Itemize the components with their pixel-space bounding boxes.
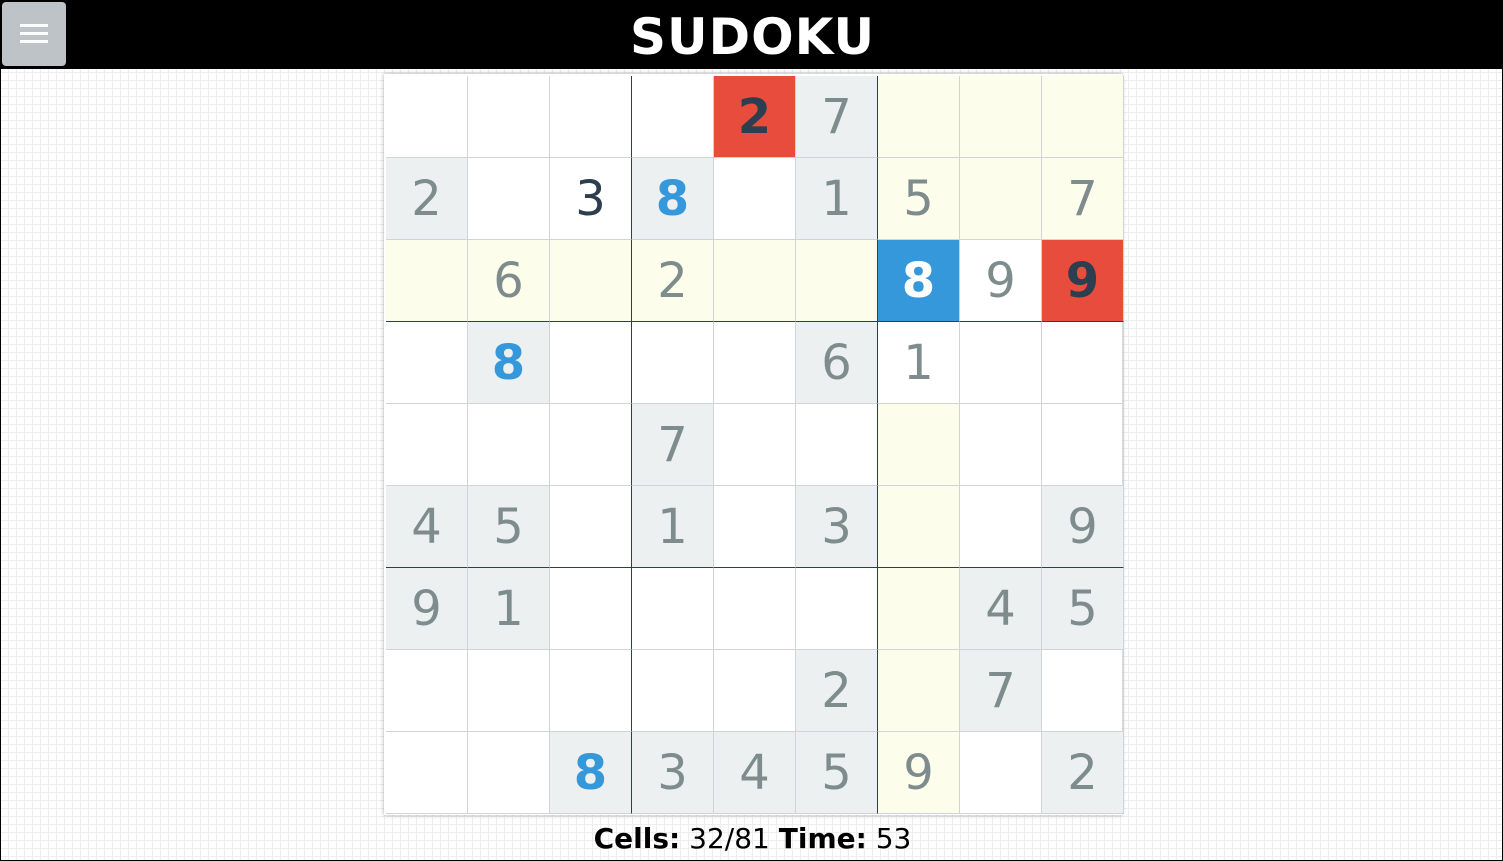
sudoku-cell-r2c9[interactable]: 7: [1042, 158, 1124, 240]
sudoku-cell-r3c8[interactable]: 9: [960, 240, 1042, 322]
sudoku-cell-r4c5[interactable]: [714, 322, 796, 404]
sudoku-cell-r2c8[interactable]: [960, 158, 1042, 240]
sudoku-cell-r1c1[interactable]: [386, 76, 468, 158]
sudoku-cell-r5c5[interactable]: [714, 404, 796, 486]
sudoku-cell-r7c5[interactable]: [714, 568, 796, 650]
sudoku-cell-r1c3[interactable]: [550, 76, 632, 158]
sudoku-cell-r7c9[interactable]: 5: [1042, 568, 1124, 650]
sudoku-cell-r2c6[interactable]: 1: [796, 158, 878, 240]
sudoku-cell-r7c4[interactable]: [632, 568, 714, 650]
sudoku-cell-r8c4[interactable]: [632, 650, 714, 732]
sudoku-cell-r4c7[interactable]: 1: [878, 322, 960, 404]
sudoku-cell-r3c4[interactable]: 2: [632, 240, 714, 322]
sudoku-cell-r8c9[interactable]: [1042, 650, 1124, 732]
sudoku-cell-r5c9[interactable]: [1042, 404, 1124, 486]
sudoku-cell-r3c5[interactable]: [714, 240, 796, 322]
sudoku-cell-r5c7[interactable]: [878, 404, 960, 486]
sudoku-cell-r8c1[interactable]: [386, 650, 468, 732]
sudoku-cell-r1c6[interactable]: 7: [796, 76, 878, 158]
sudoku-cell-r6c7[interactable]: [878, 486, 960, 568]
sudoku-cell-r7c6[interactable]: [796, 568, 878, 650]
sudoku-cell-r4c8[interactable]: [960, 322, 1042, 404]
sudoku-cell-r1c7[interactable]: [878, 76, 960, 158]
sudoku-cell-r6c5[interactable]: [714, 486, 796, 568]
sudoku-cell-r5c2[interactable]: [468, 404, 550, 486]
sudoku-cell-r2c2[interactable]: [468, 158, 550, 240]
sudoku-cell-r6c1[interactable]: 4: [386, 486, 468, 568]
sudoku-cell-r3c1[interactable]: [386, 240, 468, 322]
page-title: SUDOKU: [629, 8, 876, 66]
sudoku-cell-r4c2[interactable]: 8: [468, 322, 550, 404]
sudoku-cell-r5c3[interactable]: [550, 404, 632, 486]
cells-label: Cells:: [593, 822, 681, 855]
sudoku-cell-r8c7[interactable]: [878, 650, 960, 732]
sudoku-cell-r2c5[interactable]: [714, 158, 796, 240]
sudoku-board: 2723815762899861745139914527834592: [384, 74, 1124, 815]
sudoku-cell-r8c6[interactable]: 2: [796, 650, 878, 732]
time-value: 53: [875, 822, 912, 855]
sudoku-cell-r6c6[interactable]: 3: [796, 486, 878, 568]
sudoku-cell-r1c4[interactable]: [632, 76, 714, 158]
sudoku-cell-r9c6[interactable]: 5: [796, 732, 878, 814]
status-bar: Cells: 32/81 Time: 53: [1, 821, 1503, 857]
sudoku-cell-r3c9[interactable]: 9: [1042, 240, 1124, 322]
sudoku-cell-r8c8[interactable]: 7: [960, 650, 1042, 732]
sudoku-cell-r6c4[interactable]: 1: [632, 486, 714, 568]
sudoku-cell-r4c6[interactable]: 6: [796, 322, 878, 404]
sudoku-cell-r7c7[interactable]: [878, 568, 960, 650]
sudoku-cell-r5c8[interactable]: [960, 404, 1042, 486]
sudoku-cell-r1c2[interactable]: [468, 76, 550, 158]
sudoku-cell-r8c2[interactable]: [468, 650, 550, 732]
sudoku-cell-r6c9[interactable]: 9: [1042, 486, 1124, 568]
sudoku-cell-r1c9[interactable]: [1042, 76, 1124, 158]
sudoku-cell-r6c8[interactable]: [960, 486, 1042, 568]
header-bar: SUDOKU: [1, 1, 1503, 69]
sudoku-cell-r5c4[interactable]: 7: [632, 404, 714, 486]
sudoku-cell-r1c5[interactable]: 2: [714, 76, 796, 158]
sudoku-cell-r4c1[interactable]: [386, 322, 468, 404]
sudoku-cell-r7c1[interactable]: 9: [386, 568, 468, 650]
sudoku-cell-r4c9[interactable]: [1042, 322, 1124, 404]
sudoku-cell-r9c5[interactable]: 4: [714, 732, 796, 814]
sudoku-cell-r3c6[interactable]: [796, 240, 878, 322]
sudoku-cell-r7c8[interactable]: 4: [960, 568, 1042, 650]
sudoku-cell-r8c5[interactable]: [714, 650, 796, 732]
sudoku-cell-r4c4[interactable]: [632, 322, 714, 404]
sudoku-cell-r7c3[interactable]: [550, 568, 632, 650]
sudoku-cell-r6c3[interactable]: [550, 486, 632, 568]
sudoku-cell-r6c2[interactable]: 5: [468, 486, 550, 568]
sudoku-cell-r5c6[interactable]: [796, 404, 878, 486]
sudoku-cell-r2c7[interactable]: 5: [878, 158, 960, 240]
sudoku-cell-r9c8[interactable]: [960, 732, 1042, 814]
sudoku-cell-r8c3[interactable]: [550, 650, 632, 732]
sudoku-cell-r9c9[interactable]: 2: [1042, 732, 1124, 814]
sudoku-cell-r3c2[interactable]: 6: [468, 240, 550, 322]
sudoku-cell-r9c4[interactable]: 3: [632, 732, 714, 814]
sudoku-cell-r3c7[interactable]: 8: [878, 240, 960, 322]
sudoku-cell-r1c8[interactable]: [960, 76, 1042, 158]
sudoku-cell-r5c1[interactable]: [386, 404, 468, 486]
sudoku-cell-r2c3[interactable]: 3: [550, 158, 632, 240]
sudoku-cell-r9c2[interactable]: [468, 732, 550, 814]
cells-count: 32/81: [689, 822, 770, 855]
sudoku-cell-r9c3[interactable]: 8: [550, 732, 632, 814]
sudoku-cell-r7c2[interactable]: 1: [468, 568, 550, 650]
sudoku-cell-r2c4[interactable]: 8: [632, 158, 714, 240]
time-label: Time:: [778, 822, 867, 855]
sudoku-cell-r4c3[interactable]: [550, 322, 632, 404]
sudoku-cell-r9c7[interactable]: 9: [878, 732, 960, 814]
sudoku-cell-r3c3[interactable]: [550, 240, 632, 322]
sudoku-cell-r9c1[interactable]: [386, 732, 468, 814]
sudoku-cell-r2c1[interactable]: 2: [386, 158, 468, 240]
